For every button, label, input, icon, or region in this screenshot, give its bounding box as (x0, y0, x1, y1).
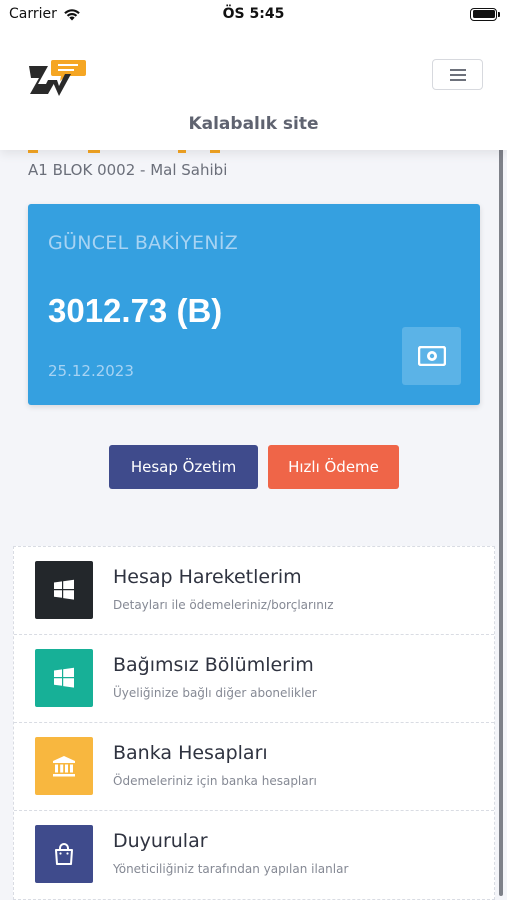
menu-item-account-transactions[interactable]: Hesap Hareketlerim Detayları ile ödemele… (14, 547, 494, 635)
menu-item-title: Bağımsız Bölümlerim (113, 654, 314, 676)
menu-item-subtitle: Yöneticiliğiniz tarafından yapılan ilanl… (113, 862, 349, 876)
balance-card: GÜNCEL BAKİYENİZ 3012.73 (B) 25.12.2023 (28, 204, 480, 405)
balance-title: GÜNCEL BAKİYENİZ (48, 232, 239, 254)
status-bar: Carrier ÖS 5:45 (0, 0, 507, 28)
menu-item-subtitle: Ödemeleriniz için banka hesapları (113, 774, 317, 788)
menu-item-subtitle: Üyeliğinize bağlı diğer abonelikler (113, 686, 317, 700)
quick-payment-button[interactable]: Hızlı Ödeme (268, 445, 399, 489)
shopping-bag-icon (55, 843, 73, 865)
app-header: Kalabalık site (0, 28, 507, 150)
menu-item-title: Hesap Hareketlerim (113, 566, 302, 588)
carrier-label: Carrier (9, 6, 57, 22)
menu-list: Hesap Hareketlerim Detayları ile ödemele… (13, 546, 495, 900)
menu-item-title: Duyurular (113, 830, 208, 852)
menu-item-subtitle: Detayları ile ödemeleriniz/borçlarınız (113, 598, 334, 612)
menu-item-bank-accounts[interactable]: Banka Hesapları Ödemeleriniz için banka … (14, 723, 494, 811)
menu-icon-box (35, 649, 93, 707)
menu-icon-box (35, 737, 93, 795)
app-logo (29, 60, 86, 96)
menu-icon-box (35, 561, 93, 619)
menu-item-independent-units[interactable]: Bağımsız Bölümlerim Üyeliğinize bağlı di… (14, 635, 494, 723)
scrollbar[interactable] (499, 122, 503, 896)
balance-amount: 3012.73 (B) (48, 292, 223, 329)
account-summary-button[interactable]: Hesap Özetim (109, 445, 258, 489)
scrolled-text-remnant (28, 150, 220, 153)
status-time: ÖS 5:45 (222, 6, 285, 22)
windows-icon (54, 579, 74, 600)
menu-item-announcements[interactable]: Duyurular Yöneticiliğiniz tarafından yap… (14, 811, 494, 899)
money-bill-icon (417, 346, 446, 366)
menu-icon-box (35, 825, 93, 883)
hamburger-menu-icon (449, 68, 466, 81)
owner-line: A1 BLOK 0002 - Mal Sahibi (28, 161, 228, 179)
money-icon-box (402, 327, 461, 385)
balance-date: 25.12.2023 (48, 362, 134, 380)
wifi-icon (64, 8, 80, 20)
menu-item-title: Banka Hesapları (113, 742, 268, 764)
bank-icon (53, 756, 75, 777)
status-left: Carrier (9, 6, 81, 22)
battery-icon (470, 7, 500, 21)
site-name: Kalabalık site (188, 114, 319, 134)
windows-icon (54, 667, 74, 688)
menu-button[interactable] (432, 59, 483, 90)
